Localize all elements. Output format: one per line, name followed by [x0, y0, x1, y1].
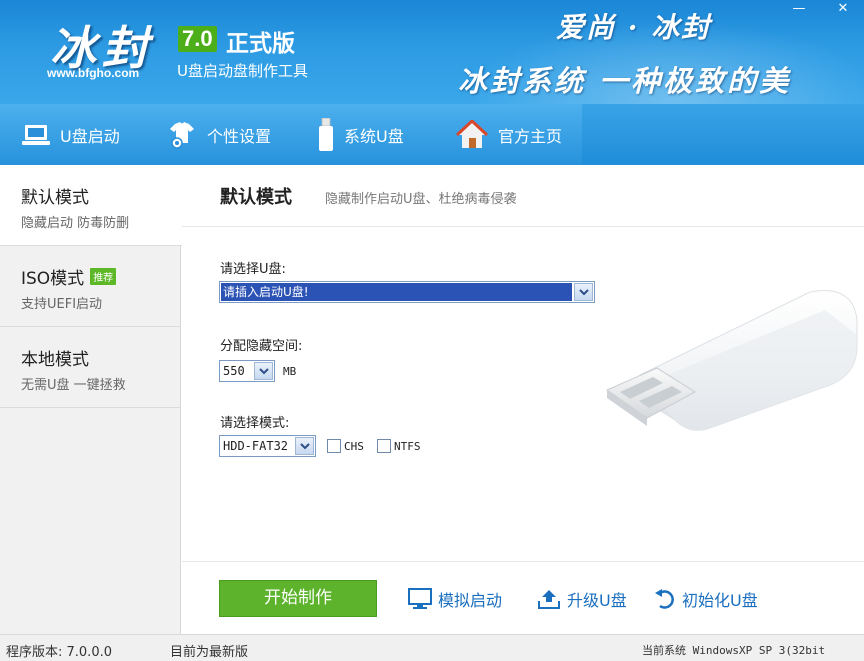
laptop-icon [22, 123, 50, 147]
close-button[interactable]: ✕ [830, 0, 856, 18]
sidebar-item-default-mode[interactable]: 默认模式 隐藏启动 防毒防删 [0, 165, 182, 246]
nav-label-usb-boot: U盘启动 [60, 126, 120, 146]
nav-label-personalize: 个性设置 [207, 126, 272, 146]
usb-drive-illustration [595, 280, 860, 440]
edition-label: 正式版 [226, 31, 295, 57]
start-make-button[interactable]: 开始制作 [219, 580, 377, 617]
nav-item-system-usb[interactable]: 系统U盘 [318, 104, 404, 165]
sidebar-item-title: 本地模式 [21, 350, 89, 370]
chs-checkbox[interactable] [327, 439, 341, 453]
app-header: 冰封 www.bfgho.com 7.0 正式版 U盘启动盘制作工具 爱尚 · … [0, 0, 864, 104]
nav-item-homepage[interactable]: 官方主页 [456, 104, 562, 165]
hidden-space-unit: MB [283, 365, 297, 378]
status-bar: 程序版本: 7.0.0.0 目前为最新版 当前系统 WindowsXP SP 3… [0, 634, 864, 661]
initialize-usb-button[interactable]: 初始化U盘 [654, 586, 758, 612]
usb-device-selected[interactable]: 请插入启动U盘! [221, 283, 572, 301]
undo-icon [654, 588, 676, 610]
app-logo-url: www.bfgho.com [47, 66, 140, 80]
chevron-down-icon[interactable] [254, 362, 273, 380]
upgrade-usb-button[interactable]: 升级U盘 [537, 586, 627, 612]
panel-description: 隐藏制作启动U盘、杜绝病毒侵袭 [325, 192, 517, 207]
sidebar-item-iso-mode[interactable]: ISO模式 推荐 支持UEFI启动 [0, 246, 181, 327]
version-badge: 7.0 [178, 26, 217, 52]
usb-drive-icon [318, 117, 334, 152]
hidden-space-label: 分配隐藏空间: [220, 339, 303, 354]
minimize-button[interactable]: — [786, 0, 812, 18]
ntfs-checkbox[interactable] [377, 439, 391, 453]
actions-divider [182, 561, 864, 562]
sidebar-item-desc: 支持UEFI启动 [21, 297, 103, 312]
nav-label-homepage: 官方主页 [498, 126, 563, 146]
hidden-space-select[interactable]: 550 [219, 360, 275, 382]
mode-sidebar: 默认模式 隐藏启动 防毒防删 ISO模式 推荐 支持UEFI启动 本地模式 无需U… [0, 165, 182, 634]
top-nav: U盘启动 个性设置 系统U盘 官方主页 [0, 104, 864, 165]
sidebar-item-title: ISO模式 推荐 [21, 264, 117, 289]
chs-label: CHS [344, 440, 364, 453]
sidebar-item-desc: 无需U盘 一键拯救 [21, 378, 126, 393]
panel-divider [182, 226, 864, 227]
recommended-badge: 推荐 [90, 268, 117, 285]
sidebar-item-local-mode[interactable]: 本地模式 无需U盘 一键拯救 [0, 327, 181, 408]
simulate-boot-button[interactable]: 模拟启动 [408, 586, 502, 612]
mode-label: 请选择模式: [220, 416, 290, 431]
partition-mode-value: HDD-FAT32 [223, 439, 289, 453]
hidden-space-value: 550 [223, 364, 245, 378]
chevron-down-icon[interactable] [295, 437, 314, 455]
nav-label-system-usb: 系统U盘 [344, 126, 404, 146]
upload-icon [537, 588, 561, 610]
app-subtitle: U盘启动盘制作工具 [177, 62, 308, 80]
nav-item-usb-boot[interactable]: U盘启动 [22, 104, 120, 165]
slogan-line1: 爱尚 · 冰封 [556, 11, 712, 44]
usb-device-select[interactable]: 请插入启动U盘! [219, 281, 595, 303]
sidebar-item-desc: 隐藏启动 防毒防删 [21, 216, 130, 231]
upgrade-usb-label: 升级U盘 [567, 591, 627, 610]
shirt-gear-icon [167, 121, 197, 149]
slogan-line2: 冰封系统 一种极致的美 [458, 64, 792, 98]
chevron-down-icon[interactable] [574, 283, 593, 301]
program-version: 程序版本: 7.0.0.0 [6, 645, 112, 660]
update-status: 目前为最新版 [170, 645, 249, 660]
select-usb-label: 请选择U盘: [220, 262, 286, 277]
sidebar-item-title: 默认模式 [21, 188, 89, 208]
partition-mode-select[interactable]: HDD-FAT32 [219, 435, 316, 457]
panel-title: 默认模式 [220, 187, 292, 208]
monitor-icon [408, 588, 432, 610]
simulate-boot-label: 模拟启动 [438, 591, 503, 610]
current-system: 当前系统 WindowsXP SP 3(32bit [642, 644, 826, 657]
home-icon [456, 119, 488, 150]
initialize-usb-label: 初始化U盘 [682, 591, 758, 610]
sidebar-item-title-text: ISO模式 [21, 269, 85, 289]
ntfs-label: NTFS [394, 440, 421, 453]
nav-item-personalize[interactable]: 个性设置 [167, 104, 271, 165]
